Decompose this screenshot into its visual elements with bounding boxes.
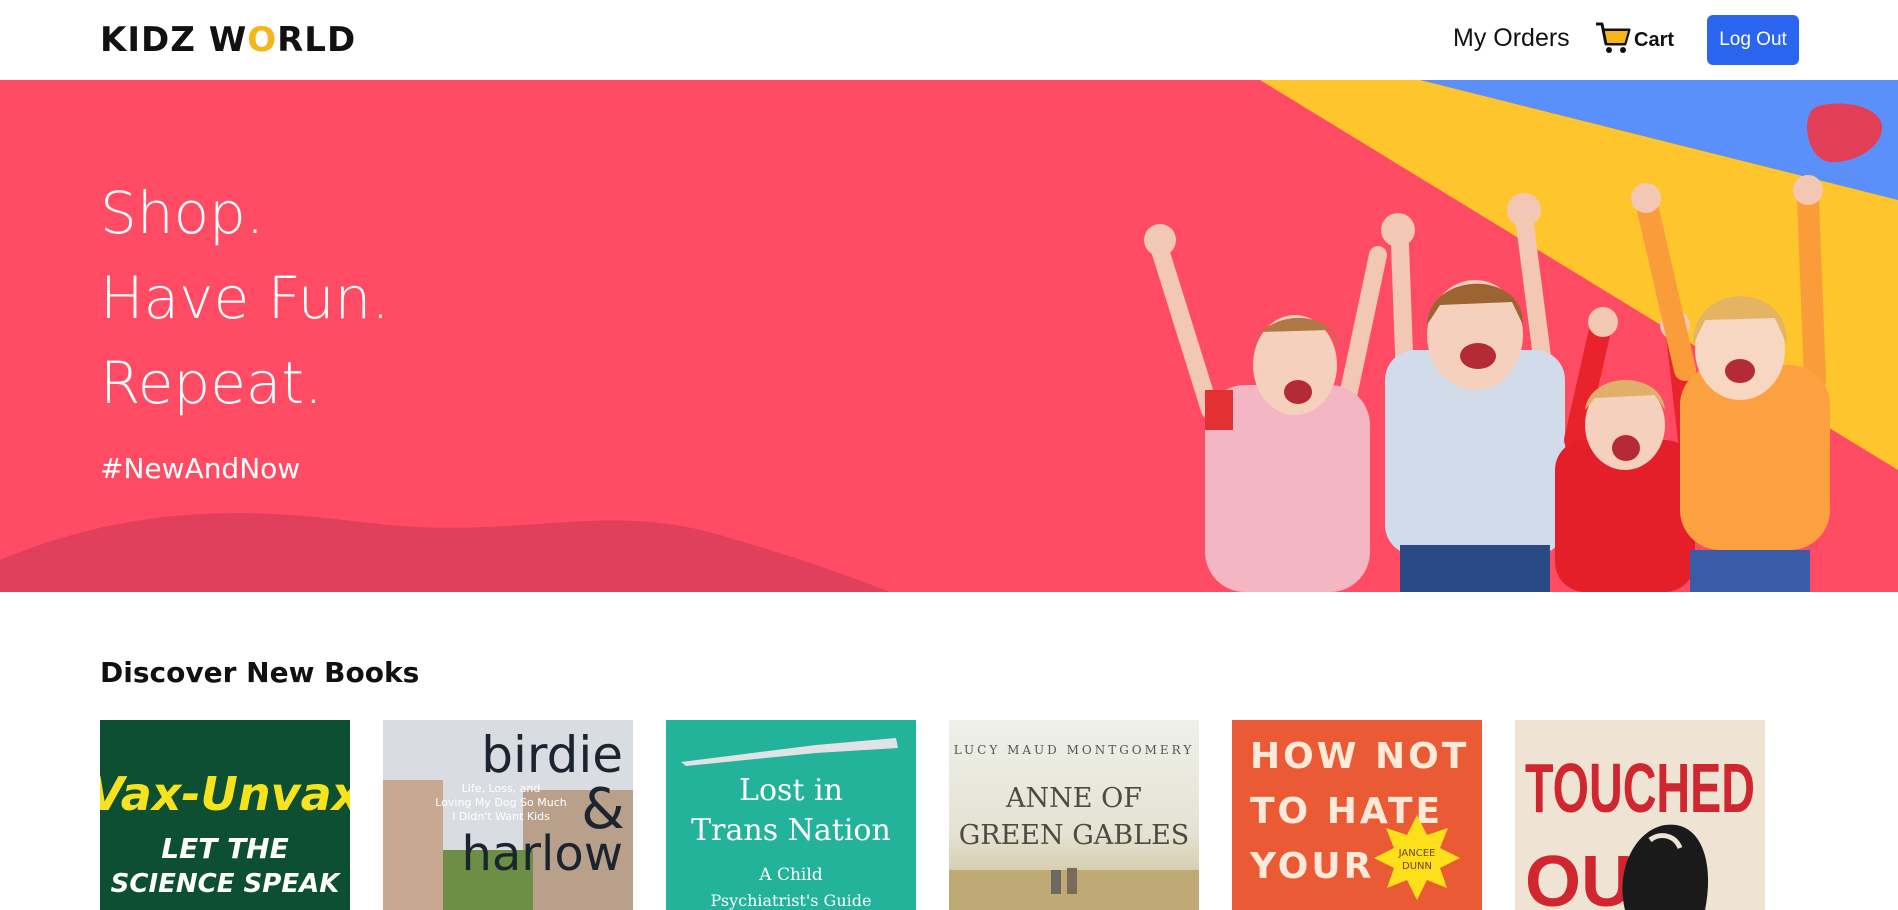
book-cover: Vax-Unvax LET THE SCIENCE SPEAK: [100, 720, 350, 910]
book-card-birdie-harlow[interactable]: birdie & harlow Life, Loss, and Loving M…: [383, 720, 633, 910]
cover-text: A Child: [758, 865, 823, 885]
cart-link[interactable]: Cart: [1594, 20, 1674, 60]
cover-text: DUNN: [1402, 861, 1432, 872]
top-navbar: KIDZ WORLD My Orders Cart Log Out: [0, 0, 1898, 80]
cover-text: harlow: [461, 826, 623, 882]
cover-text: I Didn't Want Kids: [452, 810, 550, 823]
cover-text: Vax-Unvax: [100, 767, 350, 821]
site-logo[interactable]: KIDZ WORLD: [100, 20, 356, 60]
cover-text: Life, Loss, and: [462, 782, 541, 795]
discover-books-heading: Discover New Books: [100, 656, 420, 689]
book-card-lost-in-trans-nation[interactable]: Lost in Trans Nation A Child Psychiatris…: [666, 720, 916, 910]
cover-text: Loving My Dog So Much: [435, 796, 567, 809]
book-card-anne-of-green-gables[interactable]: LUCY MAUD MONTGOMERY ANNE OF GREEN GABLE…: [949, 720, 1199, 910]
cart-label: Cart: [1634, 28, 1675, 51]
logo-text-o: O: [247, 20, 278, 60]
cover-text: Lost in: [739, 773, 843, 808]
hero-banner: Shop. Have Fun. Repeat. #NewAndNow: [0, 80, 1898, 592]
book-card-vax-unvax[interactable]: Vax-Unvax LET THE SCIENCE SPEAK: [100, 720, 350, 910]
book-cover: LUCY MAUD MONTGOMERY ANNE OF GREEN GABLE…: [949, 720, 1199, 910]
shopping-cart-icon: [1594, 20, 1632, 60]
cover-text: HOW NOT: [1250, 736, 1469, 777]
book-card-how-not-to-hate[interactable]: HOW NOT TO HATE YOUR JANCEE DUNN: [1232, 720, 1482, 910]
cover-text: Psychiatrist's Guide: [711, 891, 872, 910]
cover-text: birdie: [481, 726, 623, 784]
cover-text: Trans Nation: [691, 813, 891, 848]
hero-line-3: Repeat.: [100, 349, 323, 417]
hero-line-1: Shop.: [100, 179, 265, 247]
cover-text: LET THE: [161, 832, 288, 865]
my-orders-link[interactable]: My Orders: [1453, 24, 1570, 53]
hero-hashtag: #NewAndNow: [100, 452, 301, 485]
cover-text: LUCY MAUD MONTGOMERY: [954, 743, 1195, 757]
cover-text: SCIENCE SPEAK: [111, 869, 342, 899]
hero-wave: [0, 513, 890, 592]
cover-text: JANCEE: [1398, 848, 1436, 859]
cover-text: YOUR: [1249, 846, 1374, 887]
book-card-touched-out[interactable]: TOUCHED OUT: [1515, 720, 1765, 910]
cover-text: TOUCHED: [1525, 749, 1755, 827]
cover-text: GREEN GABLES: [959, 820, 1190, 851]
logout-button[interactable]: Log Out: [1707, 15, 1799, 65]
logo-text-prefix: KIDZ W: [100, 20, 248, 60]
book-cover: birdie & harlow Life, Loss, and Loving M…: [383, 720, 633, 910]
book-cover: TOUCHED OUT: [1515, 720, 1765, 910]
logo-text-suffix: RLD: [277, 20, 357, 60]
hero-illustration: [0, 80, 1898, 592]
hero-line-2: Have Fun.: [100, 264, 390, 332]
cover-text: ANNE OF: [1005, 783, 1142, 814]
book-cover: Lost in Trans Nation A Child Psychiatris…: [666, 720, 916, 910]
book-cover: HOW NOT TO HATE YOUR JANCEE DUNN: [1232, 720, 1482, 910]
